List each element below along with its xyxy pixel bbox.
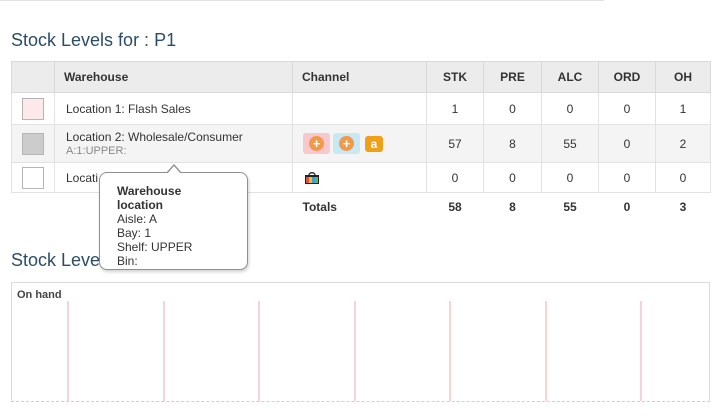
chart-gridlines <box>67 301 642 401</box>
color-swatch[interactable] <box>22 97 44 120</box>
channel-cell: + + a <box>292 124 427 163</box>
stk-cell: 57 <box>426 124 484 163</box>
total-alc: 55 <box>563 199 577 214</box>
warehouse-name[interactable]: Location 1: Flash Sales <box>66 102 191 116</box>
ord-cell: 0 <box>598 92 656 125</box>
top-divider <box>0 0 604 1</box>
amazon-icon[interactable]: a <box>365 135 383 152</box>
color-swatch-cell <box>11 124 55 163</box>
color-swatch[interactable] <box>22 166 44 189</box>
total-oh: 3 <box>679 199 687 214</box>
tooltip-bay: Bay: 1 <box>117 226 152 240</box>
shopping-bag-icon[interactable] <box>304 171 320 185</box>
header-pre[interactable]: PRE <box>483 61 542 93</box>
tooltip-shelf: Shelf: UPPER <box>117 240 193 254</box>
tooltip-bin: Bin: <box>117 254 138 268</box>
totals-label: Totals <box>302 199 337 214</box>
total-pre: 8 <box>509 199 516 214</box>
pink-plus-icon[interactable]: + <box>303 133 330 154</box>
chart-section-title: Stock Leve <box>11 250 101 270</box>
table-header-row: Warehouse Channel STK PRE ALC ORD OH <box>11 61 711 93</box>
stk-cell: 0 <box>426 162 484 193</box>
color-swatch-cell <box>11 92 55 125</box>
pre-cell: 0 <box>483 92 542 125</box>
warehouse-cell: Location 2: Wholesale/Consumer A:1:UPPER… <box>54 124 293 163</box>
oh-cell: 2 <box>655 124 711 163</box>
warehouse-location-tooltip: Warehouse location Aisle: A Bay: 1 Shelf… <box>99 164 248 270</box>
page-title: Stock Levels for : P1 <box>11 30 177 50</box>
channel-cell <box>292 92 427 125</box>
header-alc[interactable]: ALC <box>541 61 599 93</box>
warehouse-name[interactable]: Locati <box>66 171 98 185</box>
oh-cell: 0 <box>655 162 711 193</box>
channel-cell <box>292 162 427 193</box>
table-row[interactable]: Location 2: Wholesale/Consumer A:1:UPPER… <box>11 124 711 163</box>
on-hand-chart: On hand <box>11 282 710 402</box>
header-channel[interactable]: Channel <box>292 61 427 93</box>
table-row[interactable]: Location 1: Flash Sales 1 0 0 0 1 <box>11 92 711 125</box>
header-warehouse[interactable]: Warehouse <box>54 61 293 93</box>
total-ord: 0 <box>623 199 631 214</box>
total-stk: 58 <box>448 199 462 214</box>
ord-cell: 0 <box>598 162 656 193</box>
header-stk[interactable]: STK <box>426 61 484 93</box>
color-swatch-cell <box>11 162 55 193</box>
header-oh[interactable]: OH <box>655 61 711 93</box>
blue-plus-icon[interactable]: + <box>333 133 360 154</box>
color-swatch[interactable] <box>22 132 44 155</box>
tooltip-title: Warehouse location <box>117 184 182 212</box>
ord-cell: 0 <box>598 124 656 163</box>
header-swatch <box>11 61 55 93</box>
alc-cell: 0 <box>541 162 599 193</box>
alc-cell: 0 <box>541 92 599 125</box>
header-ord[interactable]: ORD <box>598 61 656 93</box>
alc-cell: 55 <box>541 124 599 163</box>
warehouse-cell: Location 1: Flash Sales <box>54 92 293 125</box>
tooltip-aisle: Aisle: A <box>117 212 158 226</box>
pre-cell: 8 <box>483 124 542 163</box>
location-code[interactable]: A:1:UPPER: <box>66 145 292 157</box>
stk-cell: 1 <box>426 92 484 125</box>
warehouse-name[interactable]: Location 2: Wholesale/Consumer <box>66 130 243 144</box>
oh-cell: 1 <box>655 92 711 125</box>
pre-cell: 0 <box>483 162 542 193</box>
